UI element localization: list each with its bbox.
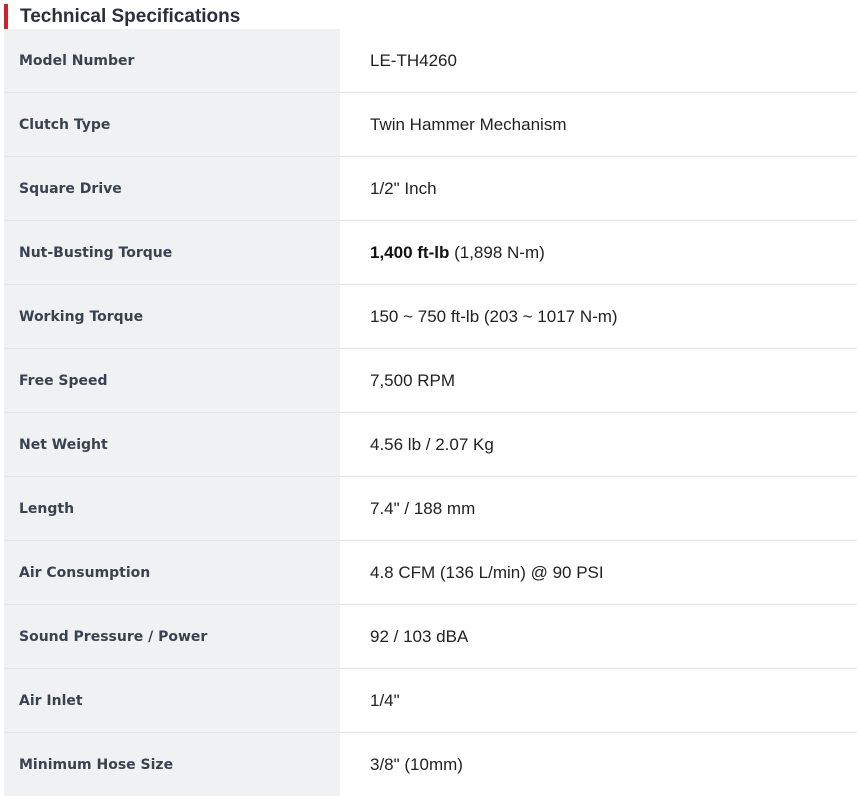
spec-value-cell: 4.8 CFM (136 L/min) @ 90 PSI [340, 540, 857, 605]
spec-table: Model Number LE-TH4260 Clutch Type Twin … [4, 29, 857, 796]
spec-value-strong: 1,400 ft-lb [370, 243, 450, 262]
table-row: Working Torque 150 ~ 750 ft-lb (203 ~ 10… [4, 284, 857, 349]
spec-value: Twin Hammer Mechanism [370, 115, 567, 134]
spec-value-cell: 150 ~ 750 ft-lb (203 ~ 1017 N-m) [340, 284, 857, 349]
spec-label-cell: Model Number [4, 29, 340, 93]
spec-label-cell: Net Weight [4, 412, 340, 477]
spec-value-rest: (1,898 N-m) [449, 243, 545, 262]
spec-value-cell: 92 / 103 dBA [340, 604, 857, 669]
table-row: Sound Pressure / Power 92 / 103 dBA [4, 604, 857, 669]
section-header: Technical Specifications [4, 4, 857, 29]
spec-label-cell: Nut-Busting Torque [4, 220, 340, 285]
spec-value-cell: 3/8" (10mm) [340, 732, 857, 796]
spec-label: Clutch Type [19, 117, 111, 133]
table-row: Net Weight 4.56 lb / 2.07 Kg [4, 412, 857, 477]
spec-value: 7,500 RPM [370, 371, 456, 390]
spec-label: Working Torque [19, 309, 144, 325]
spec-label-cell: Minimum Hose Size [4, 732, 340, 796]
spec-label-cell: Working Torque [4, 284, 340, 349]
table-row: Clutch Type Twin Hammer Mechanism [4, 92, 857, 157]
spec-value-cell: 1/2" Inch [340, 156, 857, 221]
spec-value: 92 / 103 dBA [370, 627, 469, 646]
spec-label-cell: Square Drive [4, 156, 340, 221]
spec-value-cell: 7.4" / 188 mm [340, 476, 857, 541]
spec-value-cell: LE-TH4260 [340, 29, 857, 93]
spec-value: 1/2" Inch [370, 179, 437, 198]
spec-label-cell: Air Inlet [4, 668, 340, 733]
spec-label: Model Number [19, 53, 135, 69]
section-title: Technical Specifications [20, 6, 241, 27]
spec-value-cell: 1/4" [340, 668, 857, 733]
table-row: Air Inlet 1/4" [4, 668, 857, 733]
spec-value-cell: 7,500 RPM [340, 348, 857, 413]
spec-value: 1,400 ft-lb (1,898 N-m) [340, 221, 857, 263]
spec-value-cell: 1,400 ft-lb (1,898 N-m) [340, 220, 857, 285]
spec-label-cell: Clutch Type [4, 92, 340, 157]
spec-label-cell: Free Speed [4, 348, 340, 413]
spec-label: Net Weight [19, 437, 108, 453]
table-row: Free Speed 7,500 RPM [4, 348, 857, 413]
spec-value: 4.8 CFM (136 L/min) @ 90 PSI [370, 563, 604, 582]
spec-value: 150 ~ 750 ft-lb (203 ~ 1017 N-m) [370, 307, 618, 326]
spec-label: Nut-Busting Torque [19, 245, 173, 261]
table-row: Air Consumption 4.8 CFM (136 L/min) @ 90… [4, 540, 857, 605]
table-row: Model Number LE-TH4260 [4, 29, 857, 93]
title-accent-bar [4, 4, 8, 29]
spec-label: Minimum Hose Size [19, 757, 174, 773]
table-row: Minimum Hose Size 3/8" (10mm) [4, 732, 857, 796]
table-row: Square Drive 1/2" Inch [4, 156, 857, 221]
spec-label-cell: Length [4, 476, 340, 541]
spec-label-cell: Sound Pressure / Power [4, 604, 340, 669]
spec-value-cell: 4.56 lb / 2.07 Kg [340, 412, 857, 477]
spec-label: Sound Pressure / Power [19, 629, 208, 645]
spec-label: Free Speed [19, 373, 108, 389]
spec-label: Length [19, 501, 75, 517]
spec-value: 7.4" / 188 mm [370, 499, 476, 518]
spec-value: 4.56 lb / 2.07 Kg [370, 435, 494, 454]
spec-value-cell: Twin Hammer Mechanism [340, 92, 857, 157]
table-row: Nut-Busting Torque 1,400 ft-lb (1,898 N-… [4, 220, 857, 285]
spec-value: LE-TH4260 [370, 51, 457, 70]
spec-label: Air Consumption [19, 565, 151, 581]
spec-label-cell: Air Consumption [4, 540, 340, 605]
spec-label: Air Inlet [19, 693, 83, 709]
table-row: Length 7.4" / 188 mm [4, 476, 857, 541]
spec-value: 1/4" [370, 691, 400, 710]
spec-value: 3/8" (10mm) [370, 755, 463, 774]
spec-label: Square Drive [19, 181, 122, 197]
